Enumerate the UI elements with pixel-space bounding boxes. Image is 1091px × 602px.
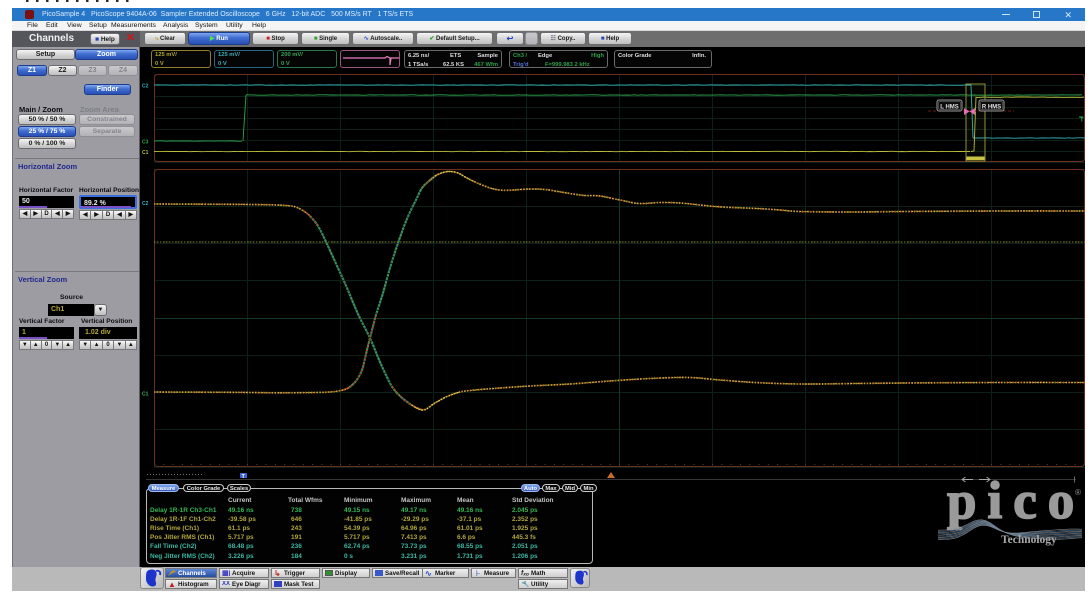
svg-text:R HMS: R HMS	[982, 105, 1001, 111]
svg-text:C2: C2	[142, 201, 149, 207]
svg-text:T: T	[1080, 118, 1084, 124]
svg-text:C3: C3	[142, 140, 149, 146]
svg-text:L HMS: L HMS	[940, 105, 959, 111]
svg-text:C1: C1	[142, 392, 149, 398]
svg-text:C1: C1	[142, 150, 149, 156]
svg-text:C2: C2	[142, 84, 149, 90]
